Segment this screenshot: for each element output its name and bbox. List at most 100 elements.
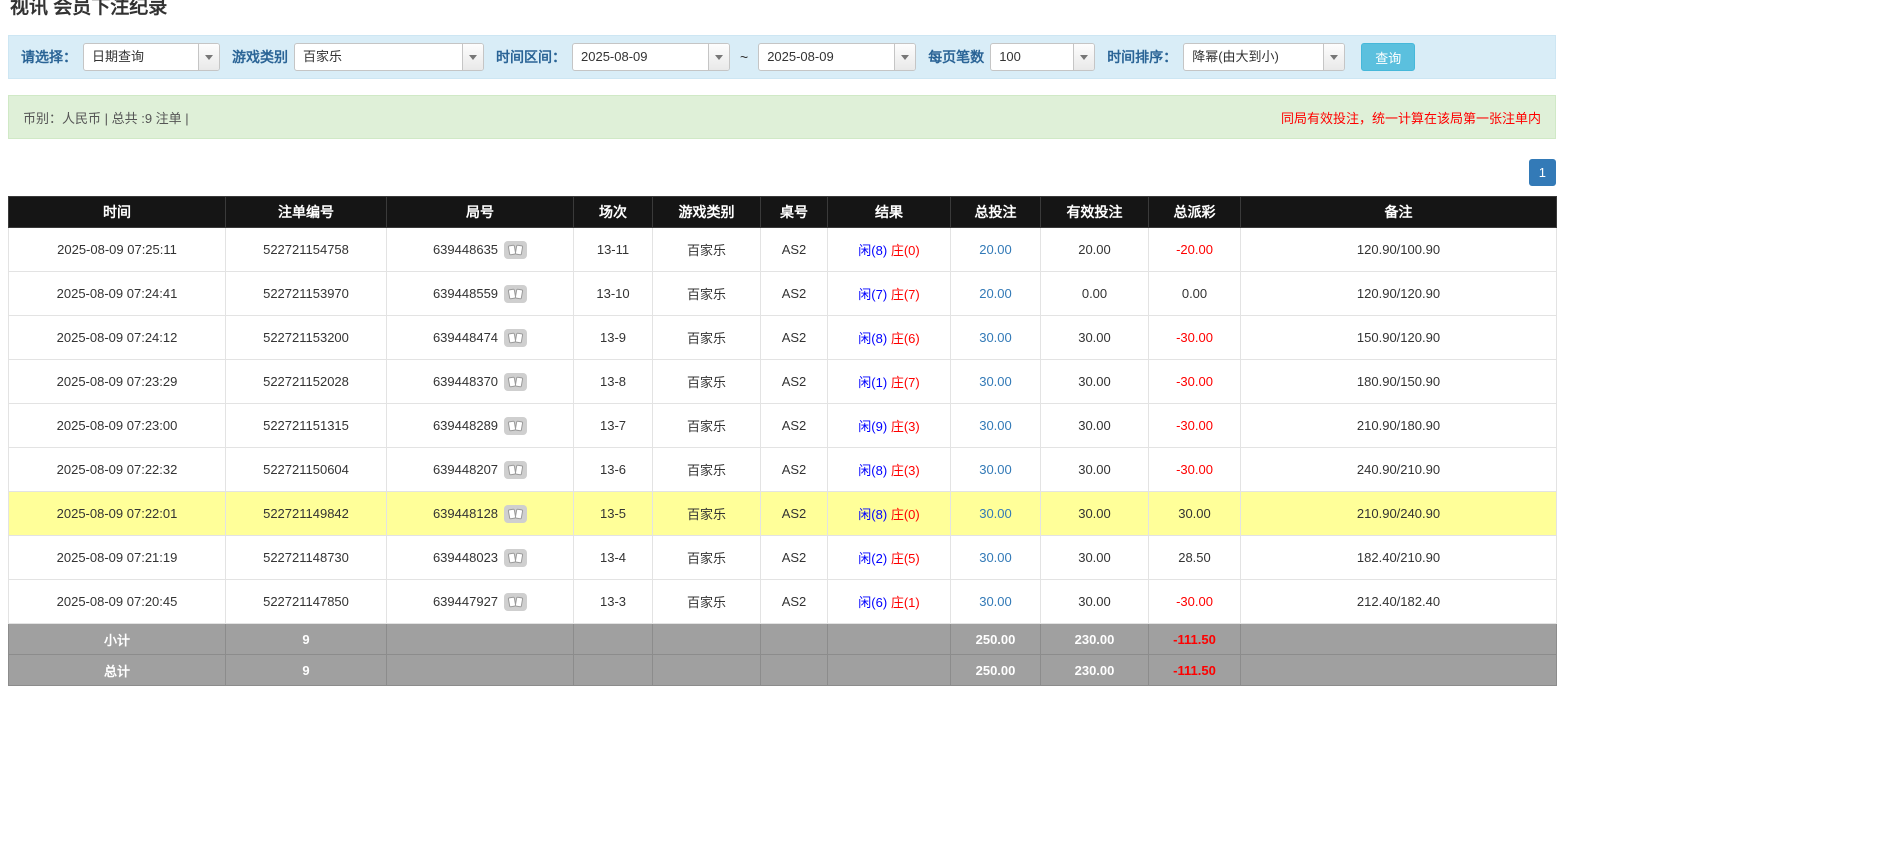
cell-payout: -30.00 (1149, 360, 1241, 404)
cell-total-bet: 30.00 (951, 360, 1041, 404)
chevron-down-icon[interactable] (198, 44, 219, 70)
total-bet-link[interactable]: 30.00 (979, 330, 1012, 345)
cell-time: 2025-08-09 07:22:32 (9, 448, 226, 492)
page-1-button[interactable]: 1 (1529, 159, 1556, 186)
chevron-down-icon[interactable] (1073, 44, 1094, 70)
result-player: 闲(6) (858, 595, 887, 610)
date-from-picker[interactable]: 2025-08-09 (572, 43, 730, 71)
total-bet-link[interactable]: 30.00 (979, 374, 1012, 389)
chevron-down-icon[interactable] (708, 44, 729, 70)
cell-table-no: AS2 (761, 360, 828, 404)
cell-payout: 30.00 (1149, 492, 1241, 536)
cell-round-id: 639448207 (387, 448, 574, 492)
game-type-label: 游戏类别 (232, 47, 288, 67)
table-row: 2025-08-09 07:23:00522721151315639448289… (9, 404, 1557, 448)
table-row: 2025-08-09 07:22:32522721150604639448207… (9, 448, 1557, 492)
cell-game-type: 百家乐 (653, 492, 761, 536)
cell-time: 2025-08-09 07:24:41 (9, 272, 226, 316)
cell-round-id: 639448023 (387, 536, 574, 580)
footer-count: 9 (226, 624, 387, 655)
chevron-down-icon[interactable] (894, 44, 915, 70)
footer-empty-cell (1241, 655, 1557, 686)
page-size-select[interactable]: 100 (990, 43, 1095, 71)
footer-valid-bet: 230.00 (1041, 655, 1149, 686)
cell-round-id: 639448289 (387, 404, 574, 448)
cell-round-id: 639448370 (387, 360, 574, 404)
select-type-label: 请选择： (21, 47, 77, 67)
cards-icon-graphic (504, 549, 527, 567)
footer-total-bet: 250.00 (951, 624, 1041, 655)
cell-valid-bet: 30.00 (1041, 360, 1149, 404)
total-bet-link[interactable]: 30.00 (979, 594, 1012, 609)
cards-icon-graphic (504, 241, 527, 259)
date-to-value: 2025-08-09 (759, 44, 894, 70)
page-size-label: 每页笔数 (928, 47, 984, 67)
footer-empty-cell (653, 655, 761, 686)
footer-count: 9 (226, 655, 387, 686)
filter-bar: 请选择： 日期查询 游戏类别 百家乐 时间区间： 2025-08-09 ~ 20… (8, 35, 1556, 79)
result-banker: 庄(0) (891, 243, 920, 258)
total-bet-link[interactable]: 30.00 (979, 550, 1012, 565)
cell-session: 13-11 (574, 228, 653, 272)
sort-select[interactable]: 降幂(由大到小) (1183, 43, 1345, 71)
total-bet-link[interactable]: 30.00 (979, 506, 1012, 521)
table-row: 2025-08-09 07:24:41522721153970639448559… (9, 272, 1557, 316)
result-banker: 庄(7) (891, 287, 920, 302)
result-banker: 庄(0) (891, 507, 920, 522)
column-header: 场次 (574, 197, 653, 228)
cell-time: 2025-08-09 07:23:29 (9, 360, 226, 404)
cell-round-id: 639448128 (387, 492, 574, 536)
total-bet-link[interactable]: 30.00 (979, 462, 1012, 477)
page-title: 视讯 会员下注纪录 (10, 0, 1556, 19)
chevron-down-icon[interactable] (462, 44, 483, 70)
cell-valid-bet: 20.00 (1041, 228, 1149, 272)
cell-result: 闲(6) 庄(1) (828, 580, 951, 624)
total-bet-link[interactable]: 30.00 (979, 418, 1012, 433)
cards-icon[interactable] (504, 285, 527, 303)
cell-total-bet: 30.00 (951, 580, 1041, 624)
cards-icon[interactable] (504, 241, 527, 259)
date-to-picker[interactable]: 2025-08-09 (758, 43, 916, 71)
cards-icon[interactable] (504, 505, 527, 523)
cell-session: 13-7 (574, 404, 653, 448)
sort-value: 降幂(由大到小) (1184, 44, 1323, 70)
cards-icon-graphic (504, 417, 527, 435)
cards-icon[interactable] (504, 373, 527, 391)
cell-bet-id: 522721150604 (226, 448, 387, 492)
cell-payout: -20.00 (1149, 228, 1241, 272)
cell-remark: 210.90/240.90 (1241, 492, 1557, 536)
total-bet-link[interactable]: 20.00 (979, 242, 1012, 257)
footer-empty-cell (387, 624, 574, 655)
cards-icon[interactable] (504, 593, 527, 611)
summary-notice: 同局有效投注，统一计算在该局第一张注单内 (1281, 108, 1541, 127)
cell-session: 13-8 (574, 360, 653, 404)
cell-bet-id: 522721154758 (226, 228, 387, 272)
cell-game-type: 百家乐 (653, 536, 761, 580)
cards-icon-graphic (504, 329, 527, 347)
cards-icon[interactable] (504, 329, 527, 347)
cell-game-type: 百家乐 (653, 228, 761, 272)
query-type-select[interactable]: 日期查询 (83, 43, 220, 71)
cell-remark: 180.90/150.90 (1241, 360, 1557, 404)
game-type-select[interactable]: 百家乐 (294, 43, 484, 71)
cards-icon[interactable] (504, 461, 527, 479)
search-button[interactable]: 查询 (1361, 43, 1415, 71)
page-size-value: 100 (991, 44, 1073, 70)
pagination: 1 (8, 159, 1556, 186)
chevron-down-icon[interactable] (1323, 44, 1344, 70)
cards-icon[interactable] (504, 417, 527, 435)
table-foot: 小计9250.00230.00-111.50总计9250.00230.00-11… (9, 624, 1557, 686)
summary-currency-count: 币别：人民币 | 总共 :9 注单 | (23, 108, 189, 127)
cell-remark: 120.90/120.90 (1241, 272, 1557, 316)
cell-remark: 150.90/120.90 (1241, 316, 1557, 360)
time-range-label: 时间区间： (496, 47, 566, 67)
cell-session: 13-6 (574, 448, 653, 492)
result-player: 闲(8) (858, 243, 887, 258)
cell-table-no: AS2 (761, 404, 828, 448)
cell-total-bet: 30.00 (951, 404, 1041, 448)
result-banker: 庄(7) (891, 375, 920, 390)
total-bet-link[interactable]: 20.00 (979, 286, 1012, 301)
cards-icon[interactable] (504, 549, 527, 567)
footer-payout: -111.50 (1149, 624, 1241, 655)
cell-bet-id: 522721152028 (226, 360, 387, 404)
